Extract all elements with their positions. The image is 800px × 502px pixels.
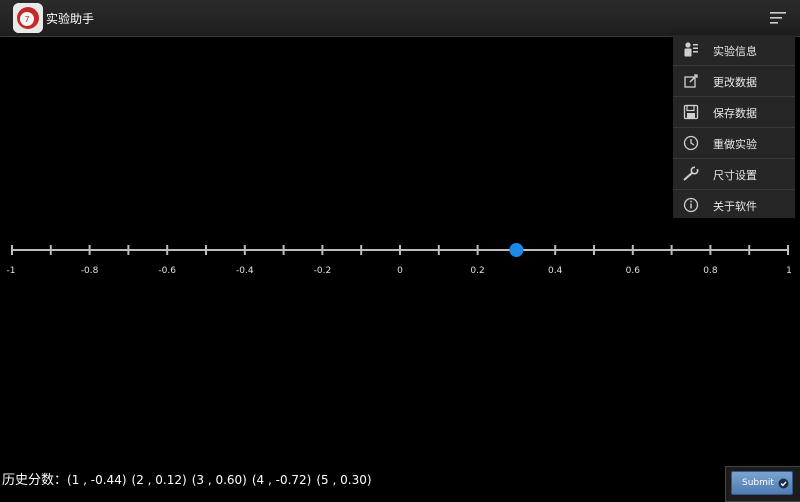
app-logo-icon[interactable]: 7 (13, 3, 43, 33)
slider-tick-label: 0.4 (548, 266, 563, 276)
menu-item-redo-experiment[interactable]: 重做实验 (673, 128, 795, 159)
history-entry: (2 , 0.12) (131, 473, 187, 487)
history-entry: (3 , 0.60) (191, 473, 247, 487)
menu-item-label: 保存数据 (713, 107, 757, 120)
menu-item-save-data[interactable]: 保存数据 (673, 97, 795, 128)
menu-item-label: 重做实验 (713, 138, 757, 151)
overflow-menu: 实验信息 更改数据 保存数据 重做实验 尺寸设置 关于软件 (673, 35, 795, 218)
slider-tick-label: -0.2 (313, 266, 332, 276)
app-logo-graphic: 7 (13, 3, 43, 33)
title-bar: 7 实验助手 (0, 0, 800, 37)
score-slider[interactable]: -1 -0.8 -0.6 -0.4 -0.2 0 0.2 0.4 0.6 0.8 1 (0, 230, 800, 290)
history-entry: (5 , 0.30) (316, 473, 372, 487)
user-info-icon (684, 42, 698, 57)
submit-button[interactable]: Submit (731, 471, 793, 495)
save-icon (683, 104, 699, 120)
menu-item-label: 更改数据 (713, 76, 757, 89)
history-label: 历史分数： (2, 473, 68, 488)
menu-item-label: 实验信息 (713, 45, 757, 58)
submit-area: Submit (725, 466, 800, 502)
slider-tick-label: 1 (786, 266, 792, 276)
history-entries: (1 , -0.44) (2 , 0.12) (3 , 0.60) (4 , -0.7… (67, 473, 377, 487)
slider-tick-label: 0 (397, 266, 403, 276)
slider-thumb[interactable] (509, 243, 524, 257)
slider-tick-label: -1 (6, 266, 16, 276)
slider-tick-label: 0.6 (625, 266, 640, 276)
menu-item-label: 关于软件 (713, 200, 757, 213)
menu-lines-icon[interactable] (768, 8, 790, 28)
history-entry: (1 , -0.44) (67, 473, 127, 487)
history-entry: (4 , -0.72) (251, 473, 312, 487)
menu-item-edit-data[interactable]: 更改数据 (673, 66, 795, 97)
edit-icon (684, 74, 698, 88)
slider-track-graphic[interactable] (0, 230, 800, 266)
slider-tick-label: -0.8 (80, 266, 99, 276)
slider-tick-label: 0.8 (703, 266, 718, 276)
clock-icon (683, 135, 699, 151)
menu-item-experiment-info[interactable]: 实验信息 (673, 35, 795, 66)
info-icon (683, 197, 699, 213)
slider-tick-label: -0.4 (236, 266, 254, 276)
score-history: 历史分数：(1 , -0.44) (2 , 0.12) (3 , 0.60) (4 ,… (2, 469, 377, 488)
wrench-icon (683, 166, 699, 181)
submit-label: Submit (742, 478, 774, 488)
menu-item-about[interactable]: 关于软件 (673, 190, 795, 220)
slider-tick-label: 0.2 (470, 266, 485, 276)
check-circle-icon (778, 478, 789, 489)
slider-tick-label: -0.6 (158, 266, 176, 276)
app-logo-badge: 7 (24, 15, 29, 24)
menu-item-size-settings[interactable]: 尺寸设置 (673, 159, 795, 190)
app-title: 实验助手 (46, 12, 95, 26)
menu-item-label: 尺寸设置 (713, 169, 757, 182)
slider-tick-labels: -1 -0.8 -0.6 -0.4 -0.2 0 0.2 0.4 0.6 0.8 1 (0, 266, 800, 280)
